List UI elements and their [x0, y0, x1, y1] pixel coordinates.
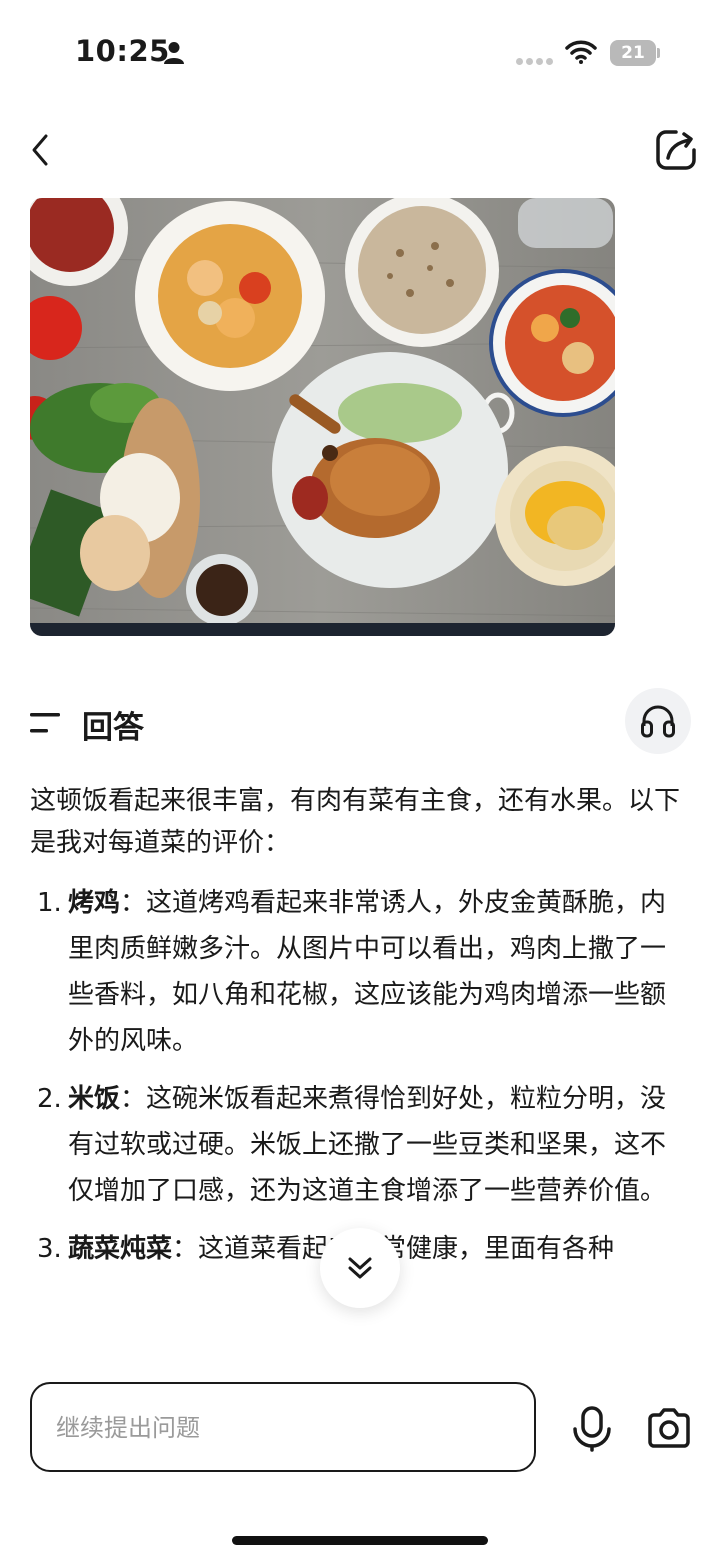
double-chevron-down-icon — [348, 1257, 372, 1279]
home-indicator — [232, 1536, 488, 1545]
headphones-icon — [641, 705, 675, 738]
wifi-icon — [565, 40, 597, 64]
list-number: 1. — [37, 888, 62, 918]
status-time: 10:25 — [75, 34, 170, 68]
answer-title: 回答 — [82, 710, 144, 746]
microphone-icon[interactable] — [570, 1405, 614, 1453]
list-item: 1. 烤鸡：这道烤鸡看起来非常诱人，外皮金黄酥脆，内里肉质鲜嫩多汁。从图片中可以… — [30, 880, 690, 1064]
answer-header: 回答 — [30, 688, 691, 754]
top-nav — [0, 110, 720, 190]
list-number: 2. — [37, 1084, 62, 1114]
list-item-text: ：这道烤鸡看起来非常诱人，外皮金黄酥脆，内里肉质鲜嫩多汁。从图片中可以看出，鸡肉… — [68, 888, 667, 1056]
audio-play-button[interactable] — [625, 688, 691, 754]
battery-indicator: 21 — [610, 40, 656, 66]
share-icon[interactable] — [652, 126, 700, 174]
scroll-to-bottom-button[interactable] — [320, 1228, 400, 1308]
question-input-container — [30, 1382, 536, 1472]
camera-icon[interactable] — [646, 1407, 692, 1449]
status-bar: 10:25 21 — [0, 0, 720, 100]
question-input[interactable] — [54, 1384, 518, 1471]
list-item-title: 米饭 — [68, 1084, 121, 1114]
signal-dots-icon — [516, 58, 553, 65]
list-number: 3. — [37, 1234, 62, 1264]
food-photo — [30, 198, 615, 636]
answer-intro: 这顿饭看起来很丰富，有肉有菜有主食，还有水果。以下是我对每道菜的评价： — [30, 786, 681, 858]
list-item-text: ：这碗米饭看起来煮得恰到好处，粒粒分明，没有过软或过硬。米饭上还撒了一些豆类和坚… — [68, 1084, 667, 1206]
answer-lines-icon — [30, 713, 60, 733]
chevron-left-icon[interactable] — [24, 128, 64, 172]
list-item-title: 蔬菜炖菜 — [68, 1234, 173, 1264]
list-item: 2. 米饭：这碗米饭看起来煮得恰到好处，粒粒分明，没有过软或过硬。米饭上还撒了一… — [30, 1076, 690, 1214]
list-item-title: 烤鸡 — [68, 888, 121, 918]
battery-cap — [657, 48, 660, 58]
person-icon — [164, 42, 184, 64]
